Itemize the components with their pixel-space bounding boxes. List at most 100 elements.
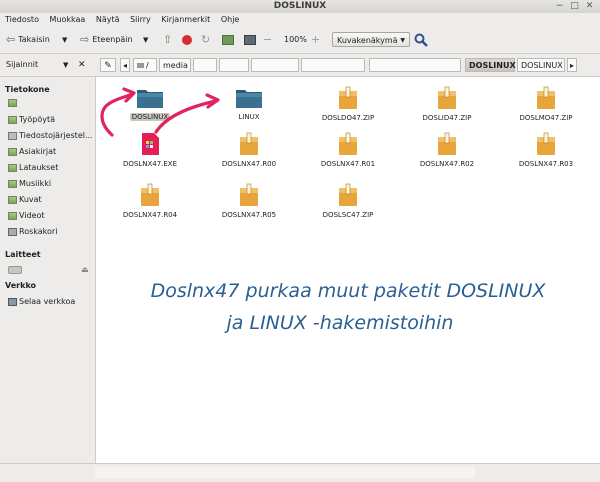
chevron-left-icon: ◂ (122, 61, 127, 70)
pictures-folder-icon (8, 195, 17, 204)
sidebar-item-label: Lataukset (19, 163, 59, 172)
up-button[interactable]: ⇧ (163, 31, 172, 49)
zoom-out-button[interactable]: − (263, 31, 272, 49)
stop-icon (182, 35, 192, 45)
crumb-current[interactable]: DOSLINUX (465, 58, 516, 72)
reload-icon: ↻ (201, 33, 211, 46)
annotation-arrows (100, 87, 220, 137)
zoom-in-button[interactable]: + (311, 31, 320, 49)
crumb-blank-4[interactable] (301, 58, 365, 72)
toolbar: ⇦ Takaisin ▼ ⇨ Eteenpäin ▼ ⇧ ↻ − 100% + … (0, 27, 600, 54)
sidebar-header-computer: Tietokone (5, 85, 50, 94)
chevron-right-icon: ▸ (569, 61, 574, 70)
close-sidebar-icon[interactable]: ✕ (78, 58, 86, 72)
trash-icon (8, 227, 17, 236)
documents-folder-icon (8, 147, 17, 156)
menu-go[interactable]: Siirry (125, 13, 154, 24)
reload-button[interactable]: ↻ (201, 31, 210, 49)
forward-label: Eteenpäin (92, 35, 133, 44)
sidebar-header-devices: Laitteet (5, 250, 41, 259)
sidebar-item-filesystem[interactable]: Tiedostojärjestel... (8, 131, 93, 140)
window-titlebar: DOSLINUX − □ ✕ (0, 0, 600, 14)
chevron-down-icon: ▼ (62, 36, 68, 44)
crumb-blank-3[interactable] (251, 58, 299, 72)
location-bar: Sijainnit ▼ ✕ ✎ ◂ / media DOSLINUX DOSLI… (0, 54, 600, 77)
breadcrumb-scroll-right[interactable]: ▸ (567, 58, 577, 72)
places-label: Sijainnit (6, 60, 39, 69)
drive-icon (137, 63, 144, 68)
crumb-media-label: media (163, 61, 188, 70)
back-history-dropdown[interactable]: ▼ (62, 31, 67, 49)
music-folder-icon (8, 179, 17, 188)
sidebar-item-device[interactable] (8, 266, 22, 274)
menu-bar: Tiedosto Muokkaa Näytä Siirry Kirjanmerk… (0, 13, 600, 27)
crumb-media[interactable]: media (159, 58, 191, 72)
downloads-folder-icon (8, 163, 17, 172)
forward-button[interactable]: ⇨ Eteenpäin (80, 31, 133, 49)
caption-line-1: Doslnx47 purkaa muut paketit DOSLINUX (150, 280, 546, 302)
close-icon[interactable]: ✕ (584, 1, 595, 12)
status-bar (0, 463, 600, 482)
videos-folder-icon (8, 211, 17, 220)
stop-button[interactable] (182, 31, 192, 49)
up-arrow-icon: ⇧ (163, 33, 173, 46)
menu-view[interactable]: Näytä (91, 13, 123, 24)
sidebar-item-browse-network[interactable]: Selaa verkkoa (8, 297, 75, 306)
status-text-area (95, 467, 475, 478)
back-label: Takaisin (18, 35, 50, 44)
sidebar-item-label: Musiikki (19, 179, 52, 188)
back-button[interactable]: ⇦ Takaisin (6, 31, 50, 49)
crumb-root-label: / (146, 61, 149, 70)
menu-edit[interactable]: Muokkaa (45, 13, 89, 24)
sidebar-item-label: Asiakirjat (19, 147, 57, 156)
maximize-icon[interactable]: □ (569, 1, 580, 12)
sidebar-item-documents[interactable]: Asiakirjat (8, 147, 56, 156)
home-folder-icon (222, 35, 234, 45)
sidebar-item-trash[interactable]: Roskakori (8, 227, 57, 236)
sidebar-item-label: Selaa verkkoa (19, 297, 76, 306)
search-button[interactable] (414, 31, 428, 49)
sidebar-item-desktop[interactable]: Työpöytä (8, 115, 55, 124)
crumb-blank-2[interactable] (219, 58, 249, 72)
crumb-root[interactable]: / (133, 58, 157, 72)
computer-button[interactable] (244, 31, 256, 49)
eject-icon[interactable]: ⏏ (81, 265, 89, 274)
sidebar-item-home[interactable] (8, 99, 19, 107)
forward-history-dropdown[interactable]: ▼ (143, 31, 148, 49)
menu-help[interactable]: Ohje (216, 13, 243, 24)
zoom-level: 100% (284, 35, 307, 44)
sidebar-item-pictures[interactable]: Kuvat (8, 195, 42, 204)
crumb-blank-1[interactable] (193, 58, 217, 72)
sidebar-item-videos[interactable]: Videot (8, 211, 45, 220)
edit-location-button[interactable]: ✎ (100, 58, 116, 72)
chevron-down-icon: ▼ (400, 37, 405, 44)
sidebar-item-label: Roskakori (19, 227, 58, 236)
sidebar-item-music[interactable]: Musiikki (8, 179, 51, 188)
forward-arrow-icon: ⇨ (80, 33, 90, 46)
minimize-icon[interactable]: − (554, 1, 565, 12)
search-icon (414, 33, 428, 47)
menu-file[interactable]: Tiedosto (0, 13, 42, 24)
home-button[interactable] (222, 31, 234, 49)
crumb-blank-5[interactable] (369, 58, 461, 72)
sidebar-item-label: Työpöytä (19, 115, 56, 124)
crumb-child[interactable]: DOSLINUX (517, 58, 565, 72)
sidebar-header-network: Verkko (5, 281, 37, 290)
places-dropdown-icon[interactable]: ▼ (63, 58, 68, 72)
sidebar-item-downloads[interactable]: Lataukset (8, 163, 58, 172)
sidebar: Tietokone Työpöytä Tiedostojärjestel... … (0, 77, 96, 463)
desktop-icon (8, 115, 17, 124)
pencil-icon: ✎ (104, 61, 112, 71)
menu-bookmarks[interactable]: Kirjanmerkit (156, 13, 213, 24)
breadcrumb-scroll-left[interactable]: ◂ (120, 58, 130, 72)
network-icon (8, 297, 17, 306)
view-mode-select[interactable]: Kuvakenäkymä ▼ (332, 32, 410, 47)
crumb-child-label: DOSLINUX (521, 61, 563, 70)
zoom-out-icon: − (263, 33, 273, 46)
sidebar-item-label: Tiedostojärjestel... (19, 131, 93, 140)
back-arrow-icon: ⇦ (6, 33, 16, 46)
drive-icon (8, 131, 17, 140)
drive-icon (8, 266, 22, 274)
file-view: DOSLINUX LINUX DOSLDO47.ZIP DOSLID47.ZIP… (96, 77, 600, 463)
chevron-down-icon: ▼ (143, 36, 149, 44)
